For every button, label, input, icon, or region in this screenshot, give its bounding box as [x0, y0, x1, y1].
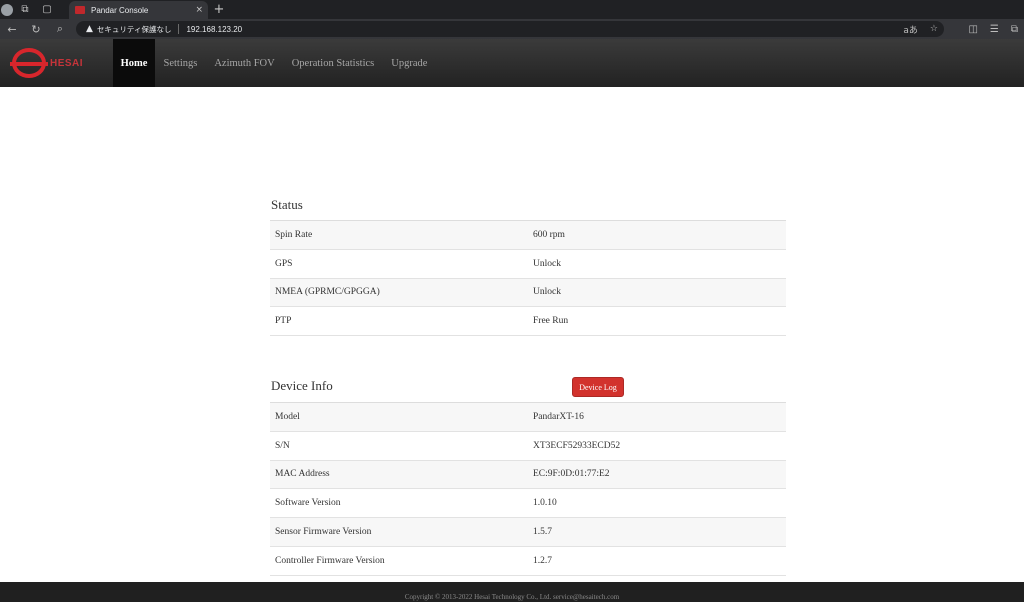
device-log-button[interactable]: Device Log	[572, 377, 624, 397]
status-value: Unlock	[533, 287, 561, 298]
nav-azimuth-fov[interactable]: Azimuth FOV	[206, 39, 283, 87]
browser-tab[interactable]: Pandar Console ×	[69, 1, 208, 19]
table-row: Sensor Firmware Version 1.5.7	[270, 518, 786, 547]
status-value: Unlock	[533, 258, 561, 269]
device-info-value: 1.0.10	[533, 498, 557, 509]
table-row: S/N XT3ECF52933ECD52	[270, 432, 786, 461]
status-label: NMEA (GPRMC/GPGGA)	[275, 287, 380, 298]
table-row: Spin Rate 600 rpm	[270, 221, 786, 250]
nav-home[interactable]: Home	[113, 39, 155, 87]
browser-tabbar: ⧉ ▢ Pandar Console × +	[0, 0, 1024, 19]
collections-icon[interactable]: ⧉	[1011, 24, 1018, 35]
divider	[178, 24, 180, 34]
device-info-label: S/N	[275, 440, 290, 451]
nav-upgrade[interactable]: Upgrade	[383, 39, 436, 87]
hesai-logo[interactable]: HESAI	[0, 39, 113, 87]
app-navbar: HESAI Home Settings Azimuth FOV Operatio…	[0, 39, 1024, 87]
nav-settings[interactable]: Settings	[155, 39, 206, 87]
copyright-text: Copyright © 2013-2022 Hesai Technology C…	[404, 593, 620, 601]
status-table: Spin Rate 600 rpm GPS Unlock NMEA (GPRMC…	[270, 220, 786, 337]
device-info-value: 1.2.7	[533, 555, 552, 566]
device-info-value: EC:9F:0D:01:77:E2	[533, 469, 610, 480]
status-label: Spin Rate	[275, 229, 313, 240]
status-value: 600 rpm	[533, 229, 565, 240]
favorites-icon[interactable]: ☰	[990, 24, 999, 35]
device-info-label: Sensor Firmware Version	[275, 527, 372, 538]
profile-icon[interactable]	[0, 0, 14, 19]
status-title: Status	[271, 197, 303, 212]
back-icon[interactable]: ←	[0, 19, 24, 39]
status-label: GPS	[275, 258, 293, 269]
split-screen-icon[interactable]: ◫	[968, 24, 977, 35]
status-label: PTP	[275, 316, 292, 327]
device-info-label: Controller Firmware Version	[275, 555, 385, 566]
url-text[interactable]: 192.168.123.20	[186, 25, 242, 34]
read-aloud-icon[interactable]: aあ	[903, 23, 918, 36]
favorite-star-icon[interactable]: ☆	[930, 24, 938, 34]
table-row: NMEA (GPRMC/GPGGA) Unlock	[270, 278, 786, 308]
table-row: PTP Free Run	[270, 307, 786, 337]
address-bar[interactable]: ▲ セキュリティ保護なし 192.168.123.20 aあ ☆	[76, 21, 944, 37]
table-row: Controller Firmware Version 1.2.7	[270, 547, 786, 576]
new-tab-button[interactable]: +	[212, 0, 226, 19]
device-info-value: XT3ECF52933ECD52	[533, 440, 621, 451]
nav-operation-statistics[interactable]: Operation Statistics	[283, 39, 383, 87]
table-row: MAC Address EC:9F:0D:01:77:E2	[270, 460, 786, 490]
device-info-label: Software Version	[275, 498, 341, 509]
device-info-label: Model	[275, 411, 300, 422]
tab-title: Pandar Console	[91, 5, 149, 15]
browser-toolbar: ← ↻ ⌕ ▲ セキュリティ保護なし 192.168.123.20 aあ ☆ ◫…	[0, 19, 1024, 39]
collections-icon[interactable]: ⧉	[14, 0, 36, 19]
tab-actions-icon[interactable]: ▢	[36, 0, 58, 19]
footer: Copyright © 2013-2022 Hesai Technology C…	[0, 582, 1024, 602]
status-value: Free Run	[533, 316, 569, 327]
table-row: GPS Unlock	[270, 250, 786, 279]
hesai-logo-icon	[10, 48, 48, 78]
device-info-table: Model PandarXT-16 S/N XT3ECF52933ECD52 M…	[270, 402, 786, 576]
close-tab-icon[interactable]: ×	[195, 5, 203, 15]
logo-text: HESAI	[50, 57, 84, 69]
device-info-value: PandarXT-16	[533, 411, 584, 422]
device-info-label: MAC Address	[275, 469, 330, 480]
warning-icon[interactable]: ▲	[86, 24, 93, 34]
security-status[interactable]: セキュリティ保護なし	[97, 24, 172, 35]
table-row: Model PandarXT-16	[270, 403, 786, 432]
hesai-favicon-icon	[75, 6, 85, 14]
device-info-title: Device Info	[271, 378, 333, 393]
device-info-value: 1.5.7	[533, 527, 552, 538]
table-row: Software Version 1.0.10	[270, 489, 786, 519]
search-icon[interactable]: ⌕	[48, 19, 72, 39]
refresh-icon[interactable]: ↻	[24, 19, 48, 39]
